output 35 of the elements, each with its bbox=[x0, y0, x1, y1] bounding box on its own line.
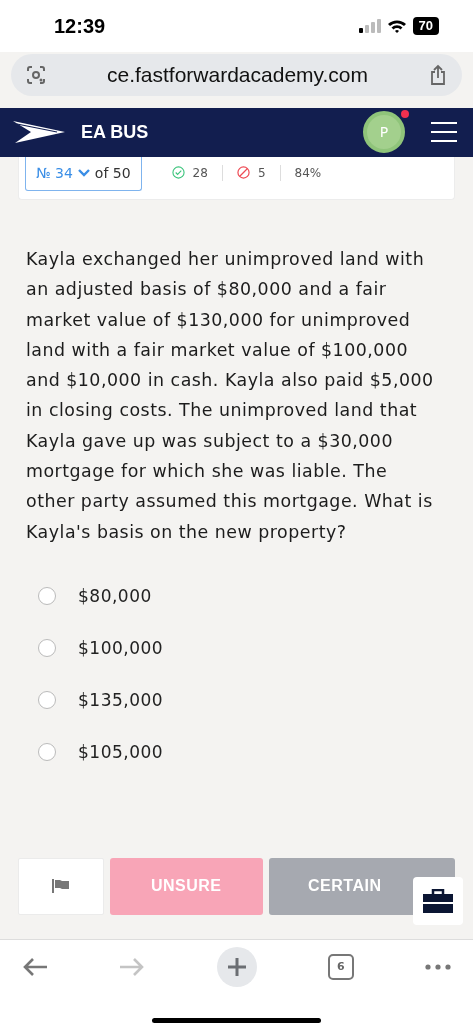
toolbox-icon bbox=[423, 888, 453, 913]
prohibited-icon bbox=[236, 166, 250, 179]
check-circle-icon bbox=[171, 166, 185, 179]
tab-count[interactable]: 6 bbox=[327, 953, 354, 980]
chevron-icon bbox=[77, 169, 90, 177]
signal-icon bbox=[358, 19, 381, 34]
menu-icon[interactable] bbox=[431, 121, 457, 144]
correct-count: 28 bbox=[192, 165, 208, 180]
wifi-icon bbox=[386, 19, 407, 34]
battery-indicator: 70 bbox=[412, 17, 439, 36]
question-text: Kayla exchanged her unimproved land with an adjusted basis of $80,000 and a fair market value of $130,000 for unimproved land with a fair market value of $100,000 and $10,000 in cash. Kayla also paid $5,000 in closing costs. The unimproved land that Kayla gave up was subject to a $30,000 mortgage for which she was liable. The other party assumed this mortgage. What is Kayla's basis on the new property? bbox=[26, 247, 435, 544]
wrong-count: 5 bbox=[257, 165, 266, 180]
lens-icon[interactable] bbox=[26, 65, 46, 86]
radio-button[interactable] bbox=[38, 638, 56, 657]
logo-icon bbox=[13, 121, 65, 144]
more-icon[interactable] bbox=[425, 963, 451, 970]
answer-option[interactable]: $80,000 bbox=[78, 585, 152, 606]
score-percent: 84% bbox=[294, 165, 322, 180]
flag-icon bbox=[52, 879, 70, 894]
question-selector[interactable]: № 34 of 50 bbox=[25, 156, 142, 191]
back-icon[interactable] bbox=[22, 956, 48, 977]
address-bar[interactable]: ce.fastforwardacademy.com bbox=[11, 54, 462, 96]
radio-button[interactable] bbox=[38, 586, 56, 605]
share-icon[interactable] bbox=[429, 64, 447, 87]
answer-option[interactable]: $135,000 bbox=[78, 689, 164, 710]
app-title: EA BUS bbox=[81, 121, 149, 143]
radio-button[interactable] bbox=[38, 742, 56, 761]
status-time: 12:39 bbox=[54, 14, 106, 38]
radio-button[interactable] bbox=[38, 690, 56, 709]
tools-menu[interactable] bbox=[413, 876, 463, 925]
flag-button[interactable] bbox=[18, 857, 104, 915]
new-tab-icon[interactable] bbox=[216, 946, 257, 987]
url-text: ce.fastforwardacademy.com bbox=[105, 63, 369, 88]
answer-option[interactable]: $100,000 bbox=[78, 637, 164, 658]
answer-option[interactable]: $105,000 bbox=[78, 741, 164, 762]
